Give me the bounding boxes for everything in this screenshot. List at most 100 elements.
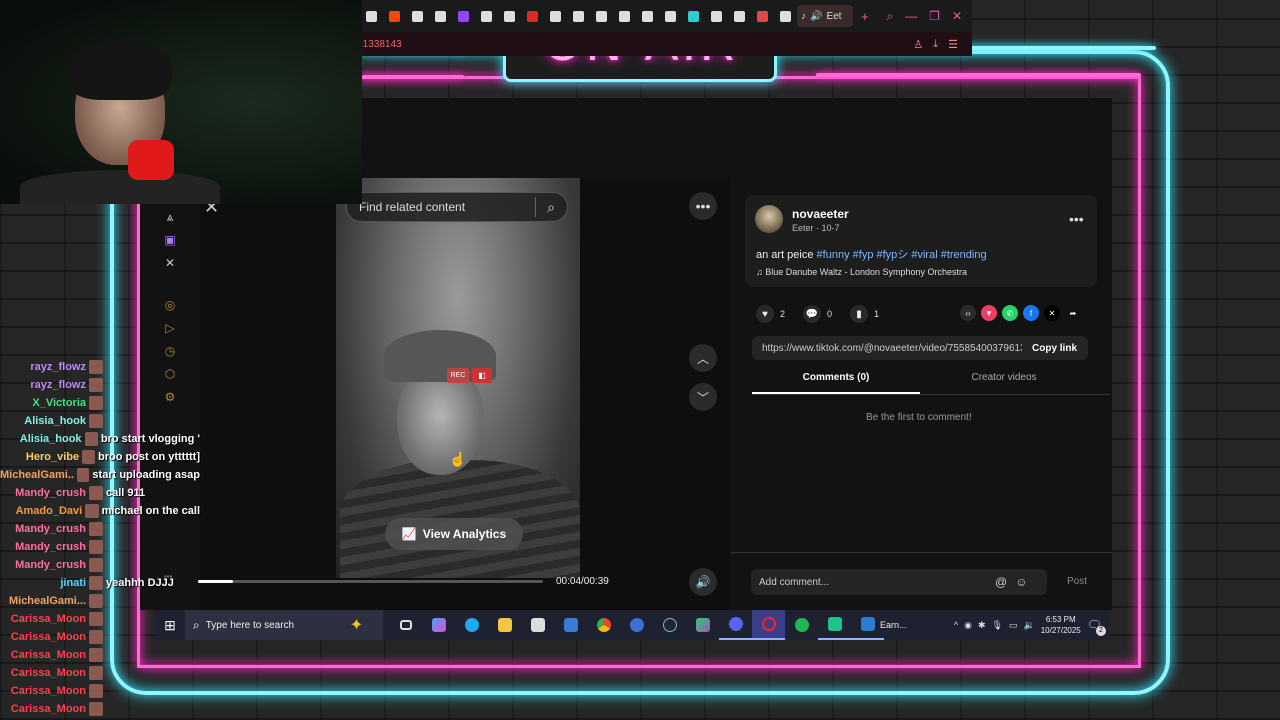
task-view-icon[interactable] [389, 610, 422, 640]
copy-link-button[interactable]: Copy link [1032, 343, 1077, 354]
twitch-icon[interactable] [452, 0, 475, 32]
chat-username[interactable]: MichealGami... [0, 469, 74, 481]
x-icon[interactable]: ✕ [165, 256, 175, 270]
avatar[interactable] [755, 205, 783, 233]
mail-icon[interactable] [554, 610, 587, 640]
hashtag-link[interactable]: #viral [911, 249, 937, 261]
hashtag-link[interactable]: #fyp [853, 249, 874, 261]
send-icon[interactable]: ▷ [165, 321, 174, 335]
pdf-icon[interactable] [751, 0, 774, 32]
bluetooth-icon[interactable]: ✱ [978, 620, 986, 631]
volume-icon[interactable]: 🔉 [1024, 620, 1035, 631]
whatsapp-icon[interactable]: ✆ [1002, 305, 1018, 321]
google-icon[interactable] [774, 0, 797, 32]
chat-username[interactable]: Alisia_hook [0, 433, 82, 445]
chat-username[interactable]: jinati [0, 577, 86, 589]
mic-icon[interactable]: 🎙 [992, 620, 1003, 631]
chat-username[interactable]: Mandy_crush [0, 541, 86, 553]
chat-username[interactable]: Carissa_Moon [0, 631, 86, 643]
meet-icon[interactable]: ◉ [964, 620, 972, 631]
twitch-icon[interactable]: ▣ [164, 233, 175, 247]
x-icon[interactable] [728, 0, 751, 32]
chat-username[interactable]: X_Victoria [0, 397, 86, 409]
hashtag-link[interactable]: #trending [941, 249, 987, 261]
minimize-icon[interactable]: — [905, 9, 917, 24]
chat-username[interactable]: Carissa_Moon [0, 703, 86, 715]
music-info[interactable]: ♫ Blue Danube Waltz - London Symphony Or… [756, 267, 967, 277]
chat-username[interactable]: rayz_flowz [0, 361, 86, 373]
app-icon[interactable]: ⩓ [167, 210, 174, 224]
more-options-icon[interactable]: ••• [689, 192, 717, 220]
comment-input[interactable] [759, 576, 987, 588]
search-tabs-icon[interactable]: ⌕ [886, 9, 893, 24]
more-options-icon[interactable]: ••• [1069, 211, 1084, 227]
post-link[interactable]: https://www.tiktok.com/@novaeeter/video/… [762, 343, 1022, 354]
opera-icon[interactable] [752, 610, 785, 640]
bookmark-icon[interactable]: ▮ [850, 305, 869, 323]
x-icon[interactable] [659, 0, 682, 32]
google-icon[interactable] [590, 0, 613, 32]
chat-username[interactable]: Mandy_crush [0, 559, 86, 571]
menu-icon[interactable]: ☰ [948, 38, 958, 51]
play-icon[interactable]: ◎ [165, 298, 175, 312]
mention-icon[interactable]: @ [995, 575, 1007, 589]
google-icon[interactable] [406, 0, 429, 32]
app-icon[interactable] [686, 610, 719, 640]
chat-username[interactable]: Mandy_crush [0, 523, 86, 535]
notification-icon[interactable]: 🗨 2 [1087, 618, 1106, 636]
window-icon[interactable] [567, 0, 590, 32]
app-icon[interactable] [620, 610, 653, 640]
restore-icon[interactable]: ❐ [929, 9, 940, 24]
x-icon[interactable]: ✕ [1044, 305, 1060, 321]
tab-creator-videos[interactable]: Creator videos [920, 372, 1088, 394]
youtube-icon[interactable] [521, 0, 544, 32]
post-comment-button[interactable]: Post [1067, 576, 1087, 587]
store-icon[interactable] [360, 0, 383, 32]
view-analytics-button[interactable]: 📈 View Analytics [385, 518, 523, 550]
chat-username[interactable]: Hero_vibe [0, 451, 79, 463]
google-icon[interactable] [429, 0, 452, 32]
video-progress-bar[interactable] [198, 580, 543, 583]
volume-button[interactable]: 🔊 [689, 568, 717, 596]
chat-username[interactable]: Mandy_crush [0, 487, 86, 499]
chat-username[interactable]: Amado_Davi [0, 505, 83, 517]
profile-icon[interactable]: ♙ [913, 38, 923, 51]
related-search-input[interactable] [359, 200, 529, 214]
close-window-icon[interactable]: ✕ [952, 9, 962, 24]
file-explorer-icon[interactable] [488, 610, 521, 640]
author-name[interactable]: novaeeter [792, 207, 849, 221]
steam-icon[interactable] [653, 610, 686, 640]
reddit-icon[interactable] [383, 0, 406, 32]
taskbar-clock[interactable]: 6:53 PM 10/27/2025 [1041, 614, 1081, 636]
facebook-icon[interactable]: f [1023, 305, 1039, 321]
x-icon[interactable] [636, 0, 659, 32]
chat-username[interactable]: rayz_flowz [0, 379, 86, 391]
chat-username[interactable]: MichealGami... [0, 595, 86, 607]
chat-username[interactable]: Carissa_Moon [0, 649, 86, 661]
app-icon[interactable] [682, 0, 705, 32]
hashtag-link[interactable]: #fypシ [877, 249, 909, 261]
search-icon[interactable]: ⌕ [536, 199, 566, 216]
store-icon[interactable] [521, 610, 554, 640]
network-icon[interactable]: ▭ [1009, 620, 1018, 631]
download-icon[interactable]: ⤓ [933, 38, 938, 51]
history-icon[interactable]: ◷ [165, 344, 175, 358]
heart-icon[interactable]: ♥ [756, 305, 774, 323]
chat-username[interactable]: Carissa_Moon [0, 613, 86, 625]
spotify-icon[interactable] [785, 610, 818, 640]
comment-icon[interactable]: 💬 [803, 305, 822, 323]
chrome-icon[interactable] [587, 610, 620, 640]
hashtag-link[interactable]: #funny [817, 249, 850, 261]
earn-window-label[interactable]: Earn... [880, 620, 907, 630]
copilot-icon[interactable] [422, 610, 455, 640]
chat-username[interactable]: Alisia_hook [0, 415, 86, 427]
chat-username[interactable]: Carissa_Moon [0, 667, 86, 679]
chevron-up-icon[interactable]: ^ [954, 620, 958, 630]
edge-icon[interactable] [455, 610, 488, 640]
taskbar-search-input[interactable] [205, 619, 344, 631]
e-icon[interactable] [544, 0, 567, 32]
emoji-icon[interactable]: ☺ [1015, 575, 1027, 589]
tab-comments[interactable]: Comments (0) [752, 372, 920, 394]
embed-icon[interactable]: ‹› [960, 305, 976, 321]
new-tab-icon[interactable]: + [861, 9, 869, 24]
